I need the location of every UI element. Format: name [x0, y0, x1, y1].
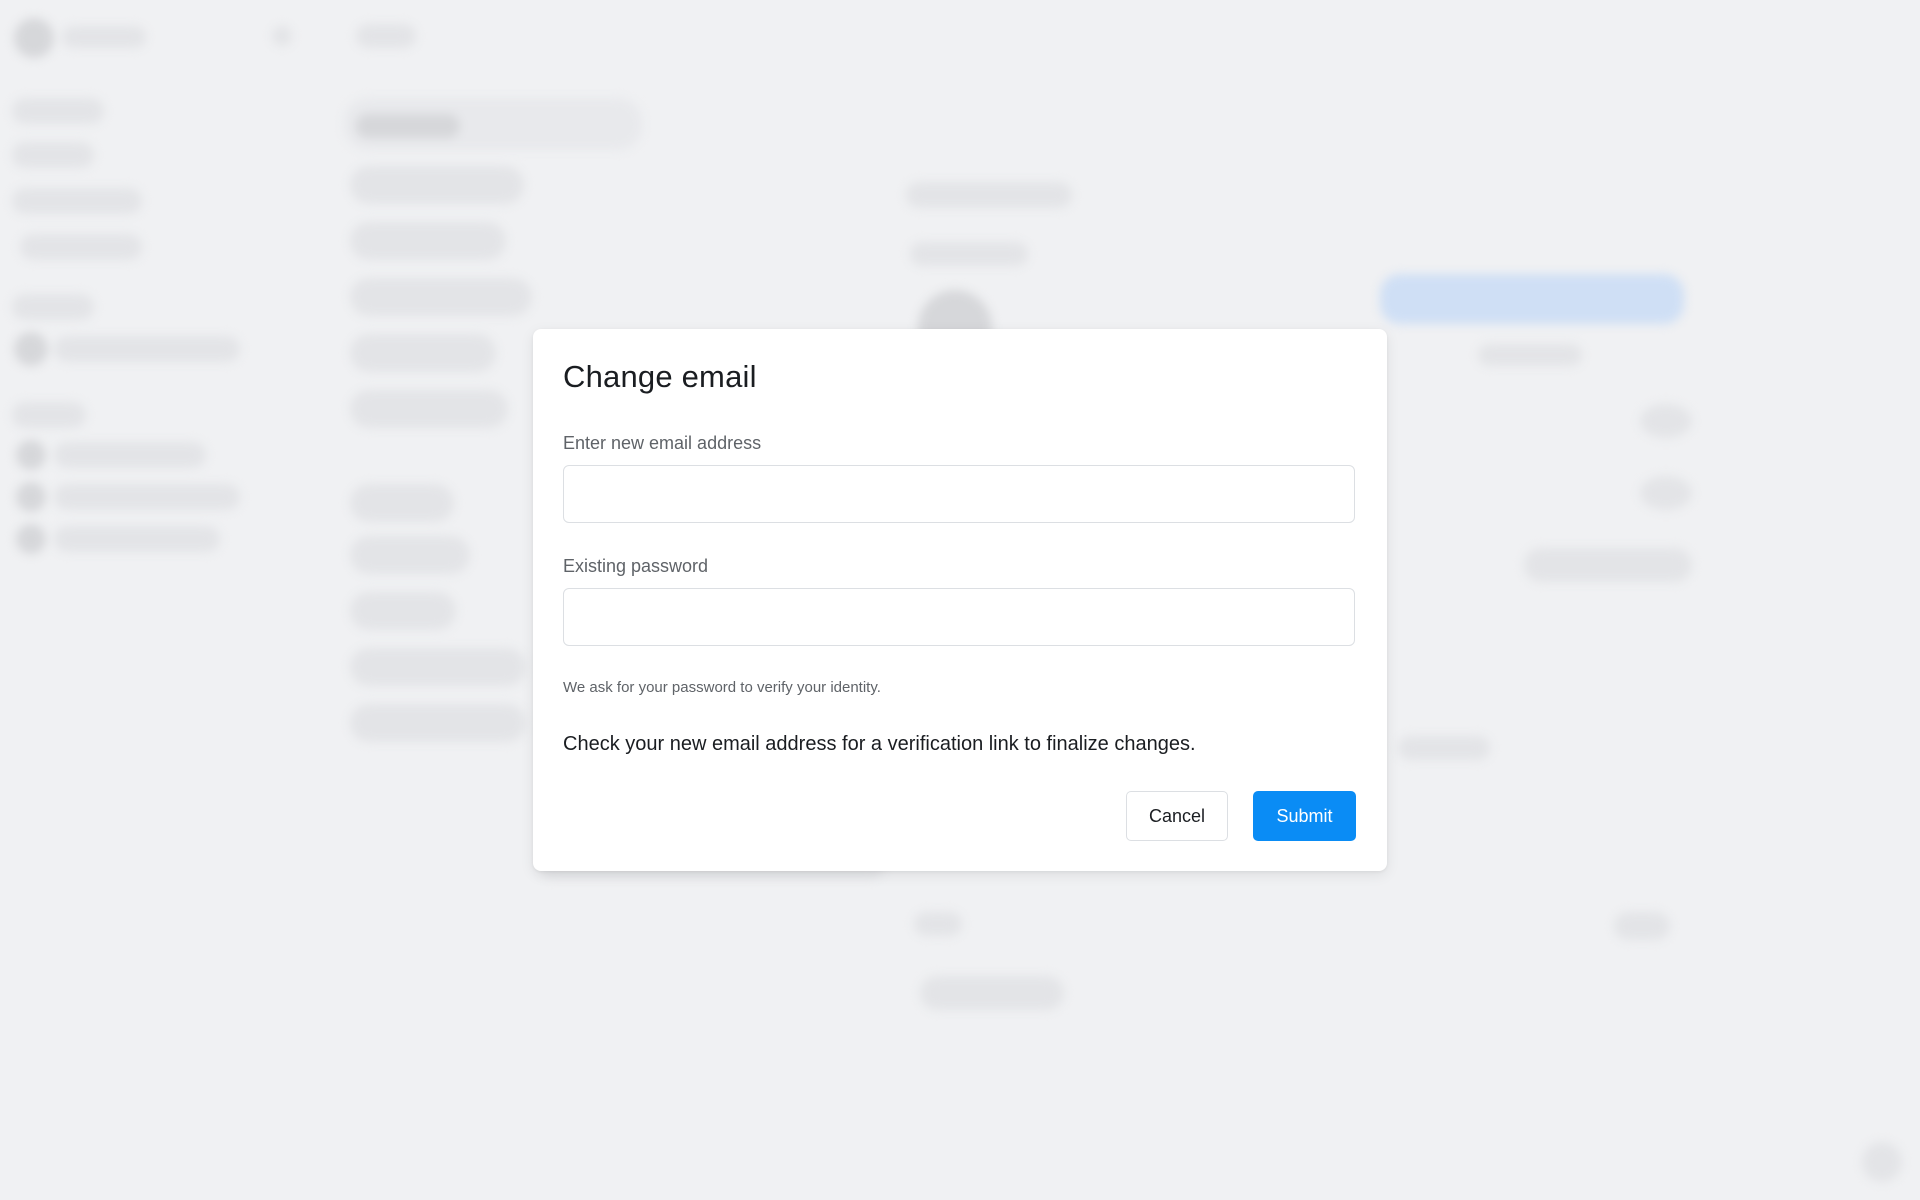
skeleton-bar: [54, 484, 240, 510]
skeleton-bar: [12, 188, 142, 214]
skeleton-dot: [272, 26, 292, 46]
cancel-button[interactable]: Cancel: [1126, 791, 1228, 841]
existing-password-input[interactable]: [563, 588, 1355, 646]
skeleton-bar: [920, 976, 1064, 1010]
password-hint: We ask for your password to verify your …: [563, 679, 881, 696]
skeleton-bar: [350, 648, 526, 686]
skeleton-dot: [1640, 476, 1692, 510]
existing-password-label: Existing password: [563, 556, 709, 576]
avatar-placeholder: [14, 18, 54, 58]
skeleton-bar: [910, 242, 1028, 266]
skeleton-bar: [1524, 548, 1692, 582]
skeleton-dot: [1862, 1142, 1902, 1182]
skeleton-bar: [12, 98, 104, 124]
skeleton-bar: [350, 484, 454, 522]
skeleton-bar: [350, 592, 456, 630]
new-email-input[interactable]: [563, 465, 1355, 523]
skeleton-bar: [350, 390, 508, 428]
skeleton-bar: [54, 526, 220, 552]
skeleton-dot: [14, 332, 48, 366]
skeleton-dot: [16, 440, 46, 470]
dialog-title: Change email: [563, 359, 757, 394]
skeleton-bar: [906, 182, 1072, 208]
skeleton-bar: [1398, 736, 1490, 760]
skeleton-bar: [356, 114, 460, 138]
skeleton-bar: [12, 294, 94, 320]
skeleton-bar: [1614, 912, 1670, 940]
skeleton-bar: [914, 912, 962, 936]
skeleton-button: [1380, 274, 1684, 324]
skeleton-bar: [350, 222, 506, 260]
skeleton-bar: [350, 166, 524, 204]
skeleton-dot: [16, 524, 46, 554]
skeleton-dot: [1640, 404, 1692, 438]
change-email-dialog: Change email Enter new email address Exi…: [533, 329, 1387, 871]
skeleton-bar: [350, 536, 470, 574]
skeleton-bar: [12, 142, 94, 168]
new-email-label: Enter new email address: [563, 433, 762, 453]
skeleton-bar: [350, 704, 526, 742]
skeleton-bar: [20, 234, 142, 260]
verification-notice: Check your new email address for a verif…: [563, 733, 1196, 755]
submit-button[interactable]: Submit: [1253, 791, 1356, 841]
skeleton-bar: [350, 334, 496, 372]
skeleton-bar: [356, 24, 416, 48]
skeleton-bar: [54, 336, 240, 362]
skeleton-bar: [1478, 344, 1582, 366]
skeleton-bar: [350, 278, 532, 316]
skeleton-bar: [62, 26, 146, 48]
skeleton-bar: [12, 402, 86, 428]
skeleton-bar: [54, 442, 206, 468]
skeleton-dot: [16, 482, 46, 512]
